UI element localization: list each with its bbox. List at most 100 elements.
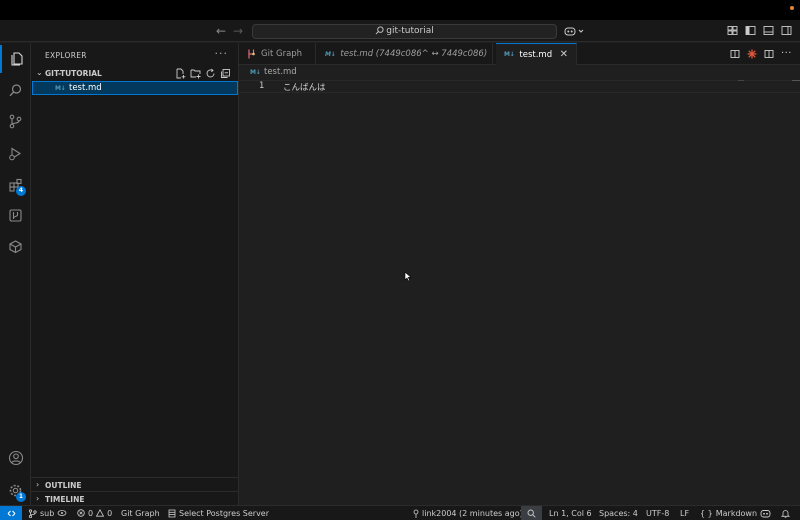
search-icon [9, 83, 22, 96]
command-center-search[interactable]: git-tutorial [252, 24, 557, 39]
editor-area[interactable]: 1 こんばんは [239, 80, 800, 505]
warning-icon [96, 509, 105, 517]
copilot-menu[interactable] [564, 25, 584, 37]
warning-count: 0 [107, 508, 113, 518]
encoding[interactable]: UTF-8 [646, 506, 669, 520]
close-icon[interactable]: ✕ [560, 49, 568, 60]
title-bar: ← → git-tutorial [0, 20, 800, 42]
status-bar: sub 0 0 Git Graph Select Postgres Server… [0, 505, 800, 520]
tab-label: test.md (7449c086^ ↔ 7449c086) [340, 49, 488, 59]
activity-bar: 4 1 [0, 43, 31, 505]
new-file-icon[interactable] [175, 68, 186, 79]
more-actions-icon[interactable]: ··· [781, 48, 792, 59]
source-control-icon [9, 114, 22, 128]
git-graph-label: Git Graph [121, 508, 160, 518]
zoom-indicator[interactable] [521, 506, 542, 520]
markdown-file-icon: M↓ [504, 51, 515, 58]
postgres-server-selector[interactable]: Select Postgres Server [168, 506, 269, 520]
language-mode[interactable]: { } Markdown [700, 506, 757, 520]
explorer-file-item[interactable]: M↓ test.md [32, 81, 238, 95]
activity-source-control[interactable] [0, 107, 31, 135]
minimap[interactable] [792, 80, 800, 81]
explorer-sidebar: EXPLORER ··· ⌄ GIT-TUTORIAL M↓ test.md ›… [31, 43, 239, 505]
git-graph-icon [248, 49, 255, 59]
more-actions-icon[interactable]: ··· [215, 47, 229, 60]
editor-tab-bar: Git Graph M↓ test.md (7449c086^ ↔ 7449c0… [239, 43, 800, 65]
file-name: test.md [69, 83, 102, 93]
chevron-right-icon: › [36, 480, 40, 489]
sidebar-title: EXPLORER [45, 51, 87, 60]
tab-test-md[interactable]: M↓ test.md ✕ [496, 43, 577, 65]
branch-indicator[interactable]: sub [28, 506, 67, 520]
split-editor-icon[interactable] [764, 49, 774, 59]
markdown-file-icon: M↓ [325, 50, 336, 58]
tab-diff-test-md[interactable]: M↓ test.md (7449c086^ ↔ 7449c086) [317, 43, 493, 65]
toggle-panel-icon[interactable] [763, 25, 774, 36]
line-number: 1 [259, 81, 265, 91]
outline-section-header[interactable]: › OUTLINE [31, 477, 239, 491]
open-preview-icon[interactable] [730, 49, 740, 59]
toggle-secondary-sidebar-icon[interactable] [781, 25, 792, 36]
copilot-spark-icon[interactable] [747, 49, 757, 59]
extensions-badge: 4 [16, 186, 26, 196]
editor-line-text[interactable]: こんばんは [283, 81, 326, 93]
remote-indicator[interactable] [0, 506, 22, 520]
timeline-section-header[interactable]: › TIMELINE [31, 491, 239, 505]
language-label: Markdown [715, 508, 758, 518]
explorer-icon [10, 52, 23, 66]
indentation[interactable]: Spaces: 4 [599, 506, 638, 520]
activity-accounts[interactable] [0, 444, 31, 472]
activity-extensions[interactable]: 4 [0, 171, 31, 199]
tab-git-graph[interactable]: Git Graph [239, 43, 316, 65]
chevron-down-icon [578, 29, 584, 33]
sync-icon [57, 510, 67, 516]
activity-database[interactable] [0, 232, 31, 260]
cursor-position[interactable]: Ln 1, Col 6 [549, 506, 592, 520]
collapse-all-icon[interactable] [220, 68, 231, 79]
end-of-line[interactable]: LF [680, 506, 689, 520]
forward-arrow-icon[interactable]: → [233, 24, 243, 38]
timeline-label: TIMELINE [45, 495, 85, 504]
copilot-icon [760, 509, 771, 517]
postgres-label: Select Postgres Server [179, 508, 270, 518]
search-icon [375, 26, 384, 35]
activity-search[interactable] [0, 76, 31, 104]
markdown-file-icon: M↓ [250, 69, 261, 76]
blame-label: link2004 (2 minutes ago) [422, 508, 523, 518]
indentation-label: Spaces: 4 [599, 508, 638, 518]
command-center-label: git-tutorial [386, 26, 434, 36]
back-arrow-icon[interactable]: ← [216, 24, 226, 38]
activity-run-debug[interactable] [0, 139, 31, 167]
eol-label: LF [680, 508, 690, 518]
window-top-strip [0, 0, 800, 20]
activity-git-graph[interactable] [0, 201, 31, 229]
cursor-position-label: Ln 1, Col 6 [549, 508, 592, 518]
copilot-status[interactable] [760, 506, 771, 520]
git-blame-item[interactable]: link2004 (2 minutes ago) [413, 506, 523, 520]
settings-badge: 1 [16, 492, 26, 502]
git-graph-icon [9, 208, 22, 222]
refresh-icon[interactable] [205, 68, 216, 79]
customize-layout-icon[interactable] [727, 25, 738, 36]
notifications[interactable] [781, 506, 790, 520]
breadcrumb-file[interactable]: test.md [264, 67, 297, 77]
notification-dot [790, 6, 794, 10]
tab-label: test.md [519, 49, 553, 60]
problems-indicator[interactable]: 0 0 [77, 506, 112, 520]
markdown-file-icon: M↓ [55, 85, 66, 92]
branch-name: sub [40, 508, 55, 518]
folder-header[interactable]: ⌄ GIT-TUTORIAL [31, 67, 239, 80]
outline-label: OUTLINE [45, 481, 82, 490]
zoom-icon [527, 509, 536, 518]
activity-manage[interactable]: 1 [0, 476, 31, 504]
copilot-icon [564, 27, 576, 36]
account-icon [8, 450, 23, 466]
remote-icon [7, 510, 15, 517]
toggle-primary-sidebar-icon[interactable] [745, 25, 756, 36]
git-graph-status-item[interactable]: Git Graph [121, 506, 160, 520]
mouse-pointer-icon [404, 271, 412, 282]
minimap-slider[interactable] [738, 80, 744, 81]
bell-icon [781, 509, 790, 518]
new-folder-icon[interactable] [190, 68, 201, 79]
activity-explorer[interactable] [0, 45, 31, 73]
